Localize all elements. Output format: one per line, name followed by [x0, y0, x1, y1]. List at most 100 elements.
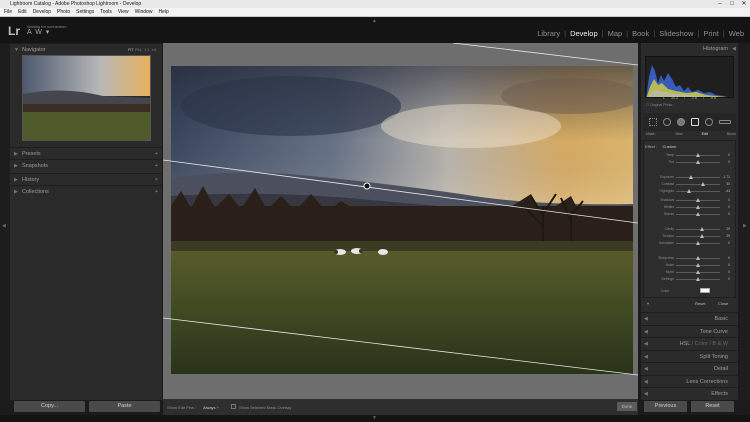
copy-button[interactable]: Copy... — [14, 401, 85, 412]
menu-file[interactable]: File — [4, 8, 12, 16]
module-library[interactable]: Library — [537, 29, 560, 38]
histogram-graph[interactable] — [645, 56, 734, 98]
top-panel-toggle-icon[interactable]: ▲ — [372, 18, 377, 24]
split-toning-header[interactable]: ◀ Split Toning — [641, 349, 738, 362]
slider-tint[interactable]: Tint 0 — [643, 159, 736, 166]
previous-button[interactable]: Previous — [644, 401, 687, 412]
slider-track[interactable] — [676, 236, 720, 237]
menu-tools[interactable]: Tools — [100, 8, 112, 16]
maximize-button[interactable]: □ — [726, 0, 738, 8]
slider-blacks[interactable]: Blacks 0 — [643, 211, 736, 218]
right-panel-toggle-icon[interactable]: ▶ — [743, 223, 747, 229]
paste-button[interactable]: Paste — [89, 401, 160, 412]
mask-edit[interactable]: Edit — [702, 132, 708, 136]
slider-handle[interactable] — [696, 241, 700, 245]
color-swatch[interactable] — [700, 288, 710, 293]
crop-tool-icon[interactable] — [649, 118, 657, 126]
slider-track[interactable] — [676, 177, 720, 178]
slider-moir[interactable]: Moiré 0 — [643, 269, 736, 276]
slider-highlights[interactable]: Highlights -43 — [643, 188, 736, 195]
add-collection-icon[interactable]: + — [155, 186, 158, 198]
slider-handle[interactable] — [700, 227, 705, 231]
slider-temp[interactable]: Temp 0 — [643, 152, 736, 159]
slider-handle[interactable] — [696, 212, 700, 216]
identity-name[interactable]: A W ▾ — [27, 29, 66, 36]
module-slideshow[interactable]: Slideshow — [659, 29, 693, 38]
basic-header[interactable]: ◀ Basic — [641, 312, 738, 324]
slider-sharpness[interactable]: Sharpness 0 — [643, 255, 736, 262]
menu-view[interactable]: View — [118, 8, 129, 16]
module-book[interactable]: Book — [632, 29, 649, 38]
navigator-header[interactable]: ▼ Navigator FIT FILL 1:1 1:4 — [10, 43, 162, 55]
slider-handle[interactable] — [688, 175, 693, 179]
close-button[interactable]: ✕ — [738, 0, 750, 8]
tone-curve-header[interactable]: ◀ Tone Curve — [641, 324, 738, 337]
show-edit-pins-select[interactable]: Always ÷ — [203, 405, 219, 410]
lens-corrections-header[interactable]: ◀ Lens Corrections — [641, 374, 738, 387]
original-photo-toggle[interactable]: ☐ Original Photo — [646, 103, 672, 107]
menu-develop[interactable]: Develop — [33, 8, 51, 16]
menu-help[interactable]: Help — [158, 8, 168, 16]
slider-track[interactable] — [676, 184, 720, 185]
module-print[interactable]: Print — [703, 29, 718, 38]
zoom-1-1[interactable]: 1:1 — [144, 48, 149, 52]
mask-brush[interactable]: Brush — [727, 132, 736, 136]
slider-handle[interactable] — [696, 205, 700, 209]
snapshots-header[interactable]: ▶ Snapshots + — [10, 159, 162, 171]
module-map[interactable]: Map — [608, 29, 623, 38]
spot-removal-icon[interactable] — [663, 118, 671, 126]
slider-saturation[interactable]: Saturation 0 — [643, 240, 736, 247]
menu-edit[interactable]: Edit — [18, 8, 27, 16]
module-develop[interactable]: Develop — [570, 29, 598, 38]
menu-window[interactable]: Window — [135, 8, 153, 16]
slider-shadows[interactable]: Shadows 0 — [643, 197, 736, 204]
slider-handle[interactable] — [696, 277, 700, 281]
adjustment-brush-icon[interactable] — [719, 120, 731, 124]
slider-handle[interactable] — [700, 234, 705, 238]
slider-handle[interactable] — [696, 153, 700, 157]
slider-dehaze[interactable]: Dehaze 29 — [643, 233, 736, 240]
red-eye-icon[interactable] — [677, 118, 685, 126]
radial-filter-icon[interactable] — [705, 118, 713, 126]
slider-handle[interactable] — [696, 198, 700, 202]
slider-handle[interactable] — [696, 160, 700, 164]
mask-overlay-checkbox[interactable] — [231, 404, 236, 409]
graduated-filter-guides[interactable] — [163, 43, 638, 399]
slider-handle[interactable] — [696, 256, 700, 260]
close-mask-button[interactable]: Close — [718, 301, 728, 306]
effect-preset[interactable]: Effect : Custom — [645, 144, 676, 149]
minimize-button[interactable]: – — [714, 0, 726, 8]
slider-handle[interactable] — [701, 182, 706, 186]
hsl-header[interactable]: ◀ HSL / Color / B & W — [641, 337, 738, 349]
module-web[interactable]: Web — [729, 29, 744, 38]
mask-triangle-icon[interactable]: ▼ — [646, 301, 650, 306]
slider-contrast[interactable]: Contrast 30 — [643, 181, 736, 188]
history-header[interactable]: ▶ History × — [10, 173, 162, 185]
slider-handle[interactable] — [687, 189, 692, 193]
menu-settings[interactable]: Settings — [76, 8, 94, 16]
zoom-fit[interactable]: FIT — [128, 48, 133, 52]
filmstrip-toggle-icon[interactable]: ▼ — [372, 415, 377, 421]
collections-header[interactable]: ▶ Collections + — [10, 185, 162, 197]
graduated-filter-icon[interactable] — [691, 118, 699, 126]
done-button[interactable]: Done — [617, 402, 637, 411]
presets-header[interactable]: ▶ Presets + — [10, 147, 162, 159]
menu-photo[interactable]: Photo — [57, 8, 70, 16]
slider-whites[interactable]: Whites 0 — [643, 204, 736, 211]
slider-noise[interactable]: Noise 0 — [643, 262, 736, 269]
effects-header[interactable]: ◀ Effects — [641, 387, 738, 399]
reset-button[interactable]: Reset — [691, 401, 734, 412]
slider-handle[interactable] — [696, 270, 700, 274]
histogram-header[interactable]: Histogram ◀ — [641, 43, 738, 55]
add-snapshot-icon[interactable]: + — [155, 160, 158, 172]
reset-mask-button[interactable]: Reset — [695, 301, 705, 306]
detail-header[interactable]: ◀ Detail — [641, 362, 738, 374]
mask-new[interactable]: New — [675, 132, 682, 136]
slider-track[interactable] — [676, 191, 720, 192]
slider-track[interactable] — [676, 229, 720, 230]
navigator-thumbnail[interactable] — [22, 55, 151, 141]
slider-clarity[interactable]: Clarity 29 — [643, 226, 736, 233]
slider-defringe[interactable]: Defringe 0 — [643, 276, 736, 283]
slider-handle[interactable] — [696, 263, 700, 267]
slider-exposure[interactable]: Exposure -1.71 — [643, 174, 736, 181]
